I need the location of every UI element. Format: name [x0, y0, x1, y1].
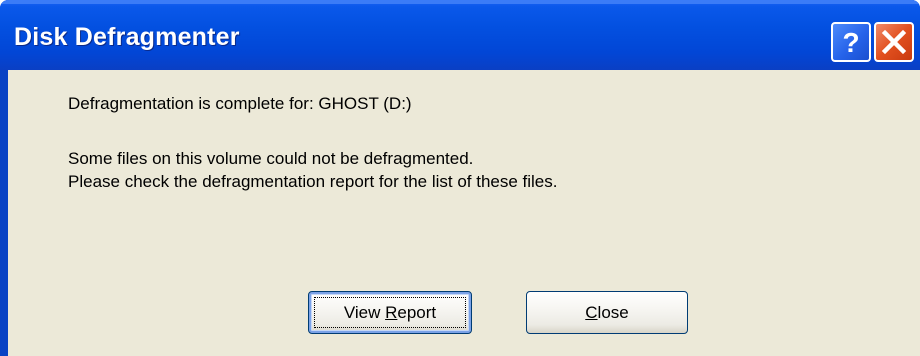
close-label-suffix: lose: [597, 303, 629, 322]
help-glyph: ?: [842, 27, 859, 58]
help-button[interactable]: ?: [831, 22, 871, 62]
dialog-body: Defragmentation is complete for: GHOST (…: [8, 70, 920, 356]
dialog-window: Disk Defragmenter ? Defragmentation is c…: [0, 0, 920, 356]
close-button[interactable]: Close: [526, 291, 688, 334]
completion-message: Defragmentation is complete for: GHOST (…: [68, 94, 412, 113]
close-x-icon: [881, 29, 907, 55]
instruction-message: Please check the defragmentation report …: [68, 172, 558, 191]
close-accelerator: C: [585, 303, 598, 322]
warning-message: Some files on this volume could not be d…: [68, 149, 474, 168]
view-report-button[interactable]: View Report: [308, 291, 472, 334]
title-bar-highlight: [0, 0, 920, 4]
window-title: Disk Defragmenter: [14, 23, 240, 51]
close-window-button[interactable]: [874, 22, 914, 62]
question-mark-icon: ?: [842, 27, 859, 58]
focus-indicator: [314, 297, 466, 328]
title-bar[interactable]: Disk Defragmenter ?: [0, 0, 920, 70]
